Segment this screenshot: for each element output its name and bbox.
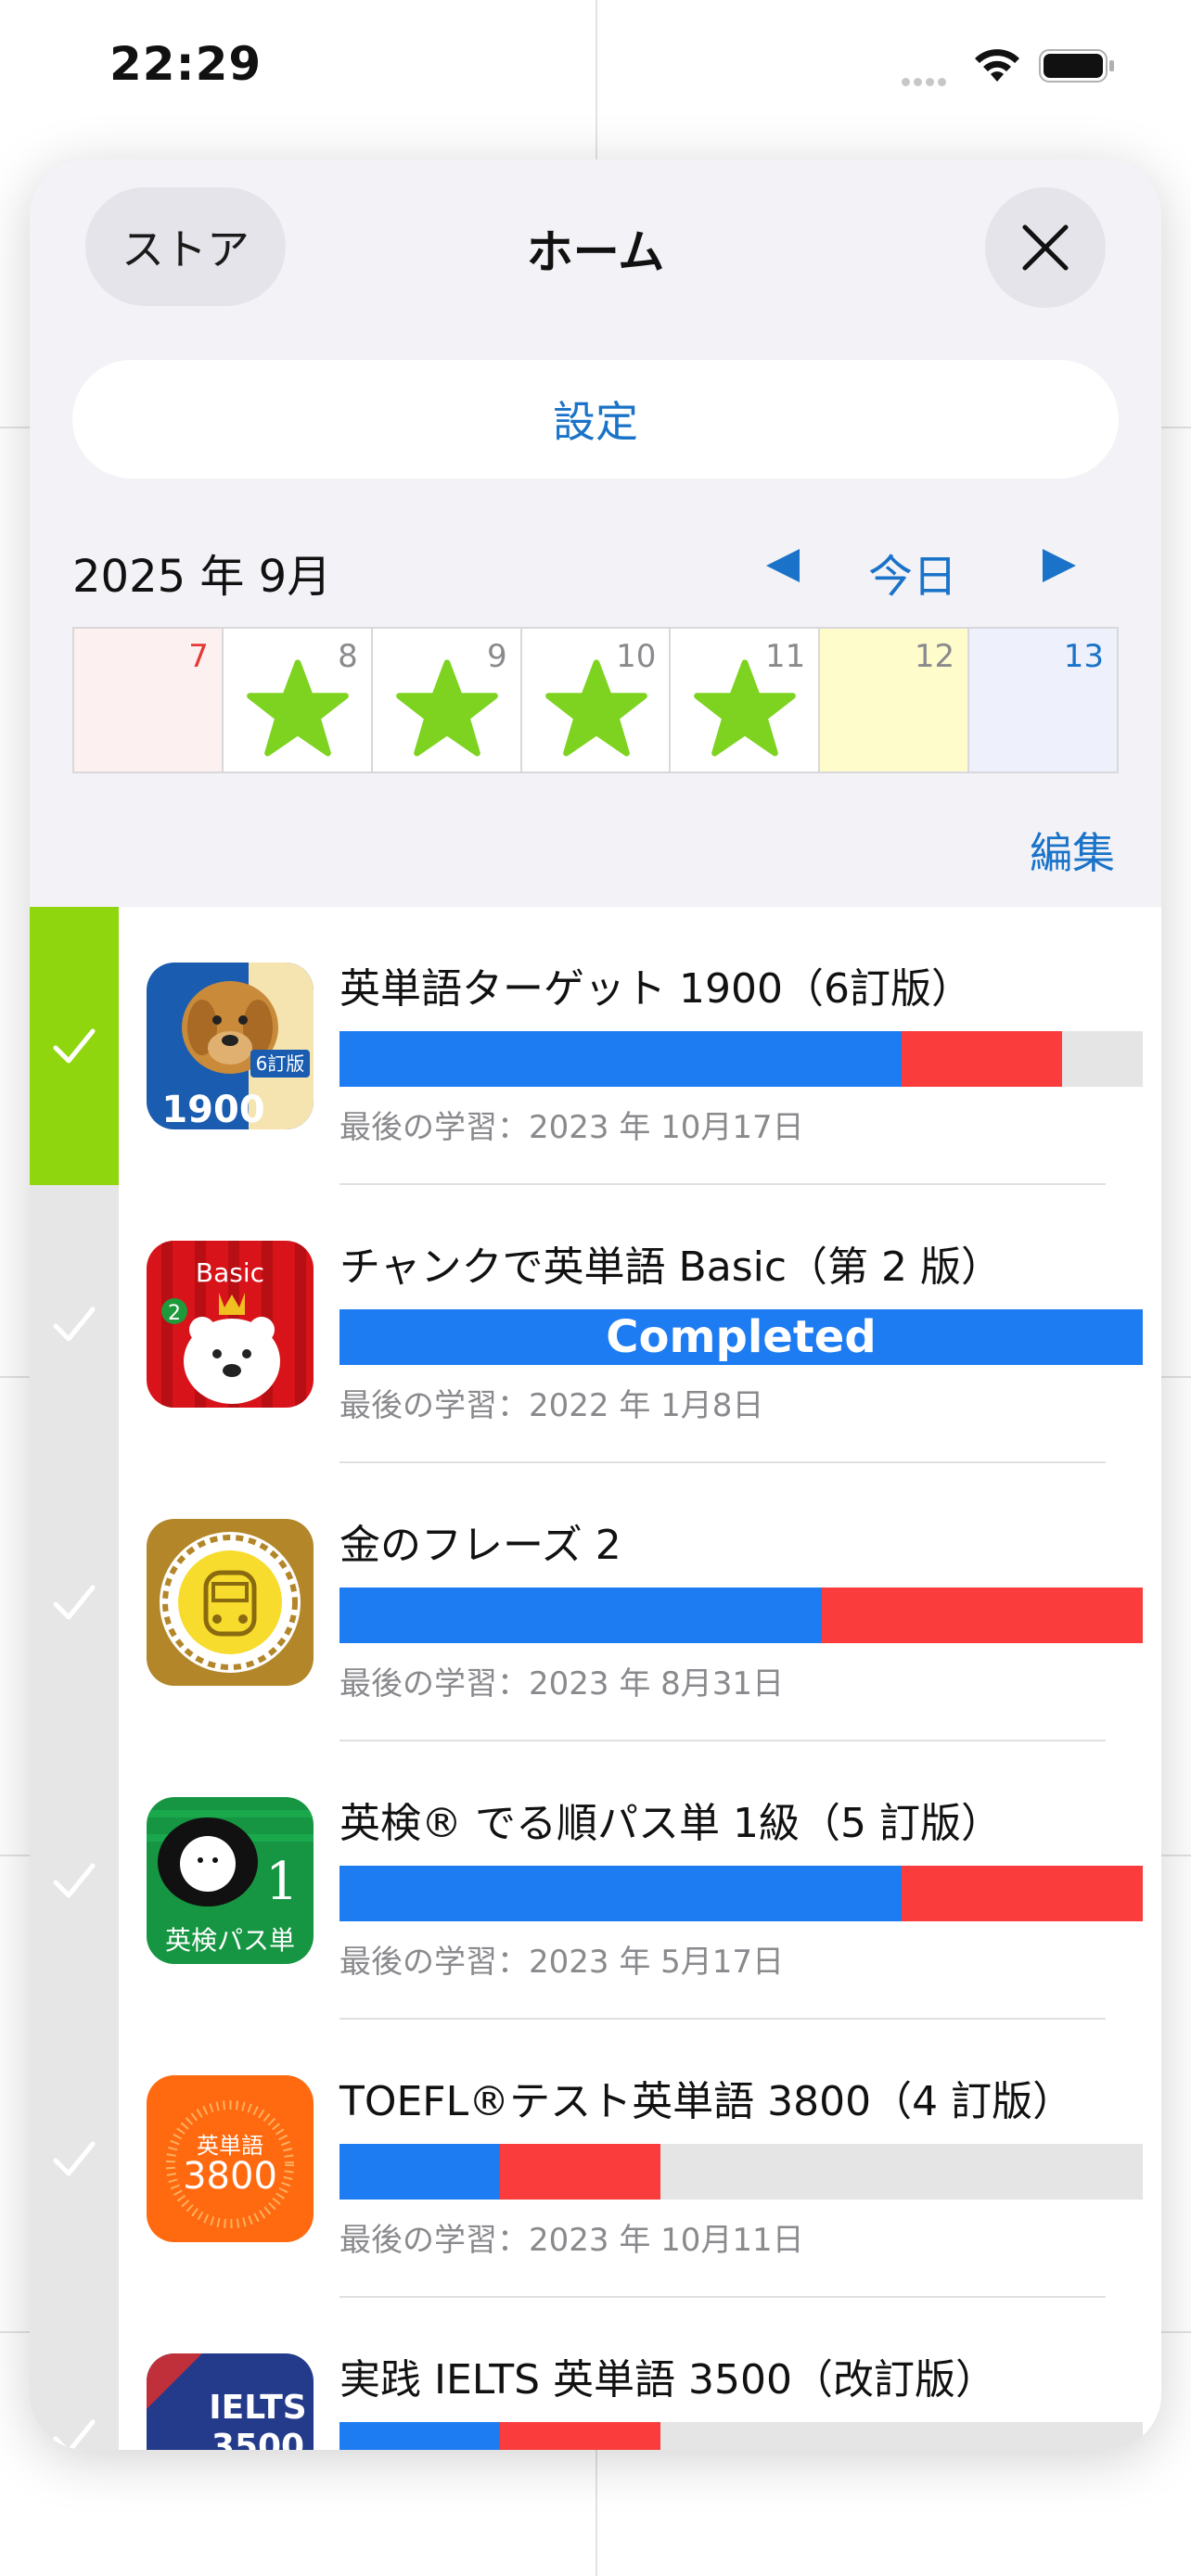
selection-checkbox[interactable] <box>30 1463 119 1741</box>
edit-button[interactable]: 編集 <box>1030 820 1115 881</box>
progress-review-segment <box>902 1031 1063 1087</box>
svg-text:英検パス単: 英検パス単 <box>165 1925 295 1956</box>
calendar-day[interactable]: 7 <box>74 629 224 772</box>
study-progress-bar <box>339 1866 1143 1921</box>
book-list-item[interactable]: 1 英検パス単 英検® でる順パス単 1級（5 訂版） 最後の学習：2023 年 … <box>30 1741 1161 2020</box>
book-list: 6訂版 1900 英単語ターゲット 1900（6訂版） 最後の学習：2023 年 … <box>30 907 1161 2450</box>
book-cover-icon <box>147 1519 314 1686</box>
navigation-bar: ストア ホーム <box>30 159 1161 326</box>
close-icon <box>1022 224 1069 271</box>
study-progress-bar <box>339 2144 1143 2200</box>
star-icon <box>246 659 349 757</box>
status-time: 22:29 <box>109 37 263 91</box>
book-cover-icon: 英単語 3800 <box>147 2075 314 2242</box>
progress-learned-segment <box>339 1588 822 1643</box>
battery-icon <box>1039 49 1114 83</box>
book-title: 英検® でる順パス単 1級（5 訂版） <box>339 1800 1002 1847</box>
progress-learned-segment <box>339 1866 903 1921</box>
calendar-day[interactable]: 13 <box>969 629 1118 772</box>
week-calendar: 7 8 9 10 11 12 13 <box>72 627 1119 773</box>
last-study-date: 最後の学習：2023 年 10月17日 <box>339 1109 804 1146</box>
svg-text:Basic: Basic <box>196 1257 264 1288</box>
today-button[interactable]: 今日 <box>868 540 957 605</box>
last-study-date: 最後の学習：2022 年 1月8日 <box>339 1387 764 1424</box>
svg-text:1: 1 <box>265 1852 299 1912</box>
book-cover-icon: 6訂版 1900 <box>147 963 314 1129</box>
last-study-date: 最後の学習：2023 年 10月11日 <box>339 2222 804 2259</box>
book-title: TOEFL®テスト英単語 3800（4 訂版） <box>339 2078 1074 2125</box>
home-sheet: ストア ホーム 設定 2025 年 9月 今日 7 8 9 10 11 12 13 編集 6… <box>30 159 1161 2450</box>
close-button[interactable] <box>985 187 1106 308</box>
selection-checkbox[interactable] <box>30 2020 119 2298</box>
book-cover-icon: Basic 2 <box>147 1241 314 1408</box>
triangle-left-icon <box>766 549 800 582</box>
last-study-date: 最後の学習：2023 年 8月31日 <box>339 1665 785 1702</box>
study-progress-bar <box>339 1588 1143 1643</box>
study-progress-bar <box>339 1031 1143 1087</box>
cellular-signal-icon <box>902 72 957 86</box>
calendar-day[interactable]: 10 <box>522 629 672 772</box>
progress-learned-segment <box>339 2422 501 2450</box>
study-progress-bar <box>339 2422 1143 2450</box>
progress-learned-segment <box>339 1031 903 1087</box>
book-title: 金のフレーズ 2 <box>339 1522 621 1569</box>
triangle-right-icon <box>1043 549 1076 582</box>
progress-review-segment <box>500 2144 661 2200</box>
book-cover-icon: IELTS 3500 <box>147 2353 314 2450</box>
progress-review-segment <box>500 2422 661 2450</box>
checkmark-icon <box>53 2419 96 2450</box>
star-icon <box>544 659 647 757</box>
calendar-day[interactable]: 12 <box>820 629 970 772</box>
checkmark-icon <box>53 1307 96 1342</box>
book-title: チャンクで英単語 Basic（第 2 版） <box>339 1243 1003 1291</box>
star-icon <box>395 659 498 757</box>
checkmark-icon <box>53 2141 96 2176</box>
svg-text:3800: 3800 <box>183 2155 277 2198</box>
svg-text:3500: 3500 <box>211 2428 304 2450</box>
previous-week-button[interactable] <box>755 538 811 593</box>
book-title: 実践 IELTS 英単語 3500（改訂版） <box>339 2356 996 2404</box>
progress-review-segment <box>902 1866 1143 1921</box>
calendar-day[interactable]: 11 <box>671 629 821 772</box>
svg-text:2: 2 <box>168 1302 181 1325</box>
settings-button[interactable]: 設定 <box>72 360 1119 478</box>
book-list-item[interactable]: 英単語 3800 TOEFL®テスト英単語 3800（4 訂版） 最後の学習：20… <box>30 2020 1161 2298</box>
last-study-date: 最後の学習：2023 年 5月17日 <box>339 1944 785 1981</box>
day-number: 13 <box>1063 638 1105 675</box>
checkmark-icon <box>53 1585 96 1620</box>
book-list-item[interactable]: 6訂版 1900 英単語ターゲット 1900（6訂版） 最後の学習：2023 年 … <box>30 907 1161 1185</box>
day-number: 7 <box>188 638 209 675</box>
completed-label: Completed <box>606 1311 877 1363</box>
status-bar: 22:29 <box>0 0 1191 139</box>
selection-checkbox[interactable] <box>30 1185 119 1463</box>
calendar-day[interactable]: 8 <box>224 629 373 772</box>
star-icon <box>694 659 797 757</box>
svg-text:6訂版: 6訂版 <box>256 1052 305 1075</box>
book-title: 英単語ターゲット 1900（6訂版） <box>339 965 972 1013</box>
calendar-month-label: 2025 年 9月 <box>72 551 332 603</box>
study-progress-bar: Completed <box>339 1309 1143 1365</box>
checkmark-icon <box>53 1028 96 1064</box>
wifi-icon <box>975 49 1019 82</box>
next-week-button[interactable] <box>1031 538 1087 593</box>
book-list-item[interactable]: Basic 2 チャンクで英単語 Basic（第 2 版） Completed 最後… <box>30 1185 1161 1463</box>
selection-checkbox[interactable] <box>30 907 119 1185</box>
selection-checkbox[interactable] <box>30 2298 119 2450</box>
book-cover-icon: 1 英検パス単 <box>147 1797 314 1964</box>
selection-checkbox[interactable] <box>30 1741 119 2020</box>
book-list-item[interactable]: 金のフレーズ 2 最後の学習：2023 年 8月31日 <box>30 1463 1161 1741</box>
calendar-day[interactable]: 9 <box>373 629 522 772</box>
progress-learned-segment <box>339 2144 501 2200</box>
day-number: 12 <box>914 638 955 675</box>
svg-text:IELTS: IELTS <box>209 2389 306 2427</box>
book-list-item[interactable]: IELTS 3500 実践 IELTS 英単語 3500（改訂版） <box>30 2298 1161 2450</box>
checkmark-icon <box>53 1863 96 1898</box>
progress-review-segment <box>821 1588 1143 1643</box>
svg-text:1900: 1900 <box>161 1089 264 1129</box>
